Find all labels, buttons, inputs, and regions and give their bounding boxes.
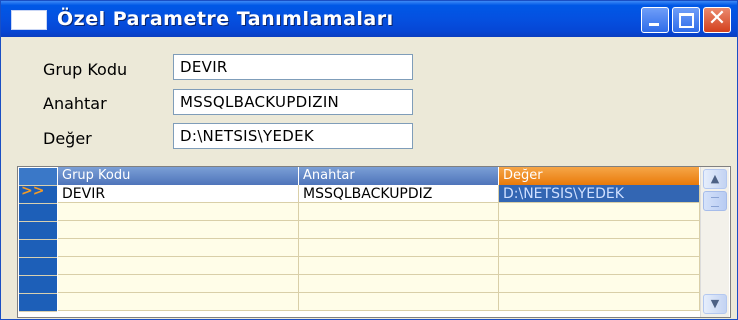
window-icon [11, 10, 47, 30]
table-row[interactable] [58, 293, 700, 311]
anahtar-label: Anahtar [43, 94, 107, 113]
empty-cell[interactable] [299, 257, 499, 275]
title-bar[interactable]: Özel Parametre Tanımlamaları ✕ [1, 1, 737, 37]
empty-cell[interactable] [299, 293, 499, 311]
deger-field[interactable]: D:\NETSIS\YEDEK [173, 123, 413, 149]
vertical-scrollbar[interactable]: ▲ ▼ [700, 167, 729, 317]
deger-label: Değer [43, 129, 92, 148]
empty-cell[interactable] [58, 221, 299, 239]
chevron-up-icon: ▲ [710, 172, 720, 185]
scroll-down-button[interactable]: ▼ [703, 294, 727, 314]
close-icon: ✕ [707, 6, 727, 31]
table-row[interactable] [58, 275, 700, 293]
minimize-icon [649, 23, 659, 26]
empty-cell[interactable] [499, 293, 700, 311]
parameter-grid: >> Grup Kodu Anahtar Değer DEVIR MSSQLBA… [17, 166, 731, 318]
cell-anahtar[interactable]: MSSQLBACKUPDIZ [299, 185, 499, 203]
grid-header-row: Grup Kodu Anahtar Değer [58, 167, 700, 185]
row-indicator[interactable]: >> [19, 183, 57, 204]
row-indicator[interactable] [19, 276, 57, 294]
grup-kodu-label: Grup Kodu [43, 60, 128, 79]
empty-cell[interactable] [58, 239, 299, 257]
grip-icon [711, 197, 719, 207]
maximize-icon [679, 13, 694, 28]
empty-cell[interactable] [299, 203, 499, 221]
row-indicator[interactable] [19, 294, 57, 312]
empty-cell[interactable] [499, 257, 700, 275]
column-header-anahtar[interactable]: Anahtar [299, 167, 499, 185]
scrollbar-thumb[interactable] [703, 191, 727, 211]
empty-cell[interactable] [499, 275, 700, 293]
current-row-icon: >> [21, 183, 45, 199]
empty-cell[interactable] [58, 293, 299, 311]
empty-cell[interactable] [299, 275, 499, 293]
empty-cell[interactable] [58, 275, 299, 293]
cell-grup-kodu[interactable]: DEVIR [58, 185, 299, 203]
empty-cell[interactable] [499, 221, 700, 239]
anahtar-field[interactable]: MSSQLBACKUPDIZIN [173, 89, 413, 115]
table-row[interactable] [58, 239, 700, 257]
empty-cell[interactable] [299, 239, 499, 257]
empty-cell[interactable] [299, 221, 499, 239]
row-indicator[interactable] [19, 222, 57, 240]
grup-kodu-field[interactable]: DEVIR [173, 54, 413, 80]
row-indicator[interactable] [19, 204, 57, 222]
empty-cell[interactable] [58, 203, 299, 221]
row-indicator[interactable] [19, 258, 57, 276]
row-indicator-column: >> [18, 167, 58, 317]
empty-cell[interactable] [499, 239, 700, 257]
chevron-down-icon: ▼ [710, 297, 720, 310]
scroll-up-button[interactable]: ▲ [703, 169, 727, 189]
table-row[interactable]: DEVIR MSSQLBACKUPDIZ D:\NETSIS\YEDEK [58, 185, 700, 203]
maximize-button[interactable] [672, 7, 700, 33]
table-row[interactable] [58, 257, 700, 275]
row-indicator[interactable] [19, 240, 57, 258]
minimize-button[interactable] [641, 7, 669, 33]
parameter-window: Özel Parametre Tanımlamaları ✕ Grup Kodu… [0, 0, 738, 320]
empty-cell[interactable] [499, 203, 700, 221]
cell-deger[interactable]: D:\NETSIS\YEDEK [499, 185, 700, 203]
close-button[interactable]: ✕ [703, 6, 731, 33]
table-row[interactable] [58, 221, 700, 239]
window-title: Özel Parametre Tanımlamaları [57, 8, 394, 30]
column-header-deger[interactable]: Değer [499, 167, 700, 185]
empty-cell[interactable] [58, 257, 299, 275]
table-row[interactable] [58, 203, 700, 221]
column-header-grup-kodu[interactable]: Grup Kodu [58, 167, 299, 185]
